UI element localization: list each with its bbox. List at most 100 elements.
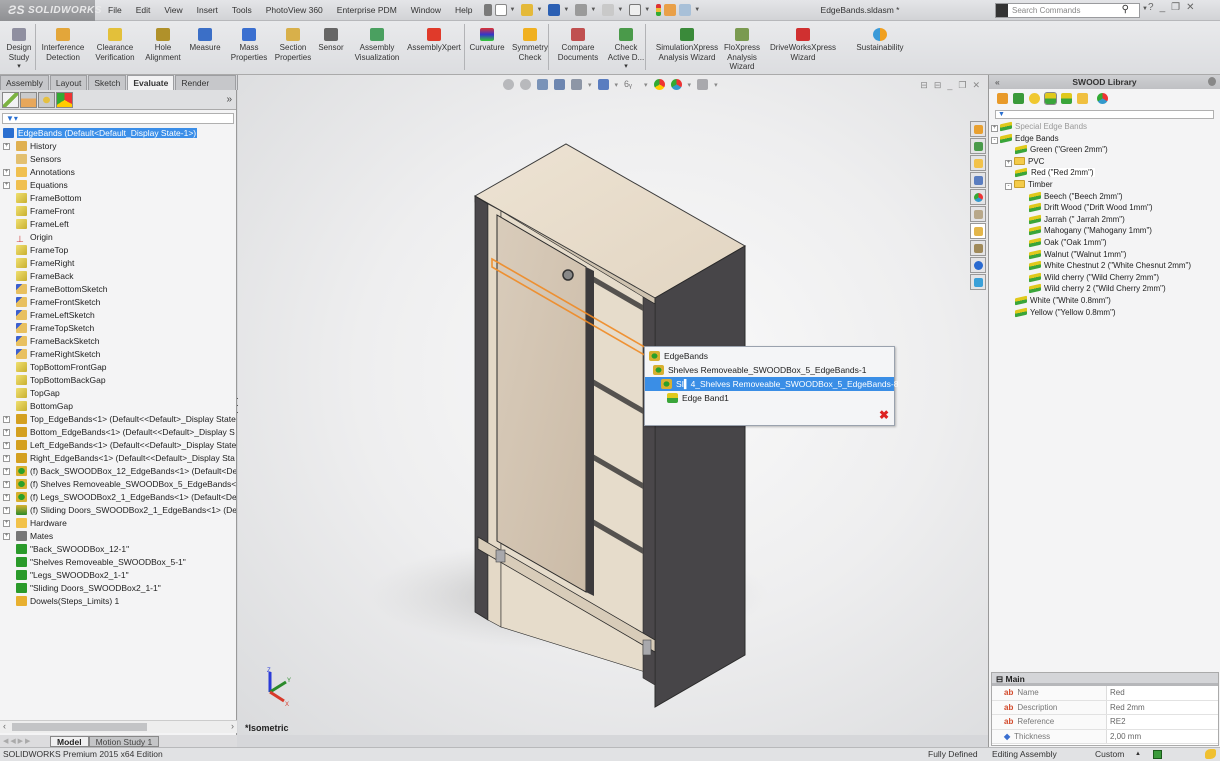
cmd-clearance-button[interactable]: Clearance Verification	[90, 24, 140, 62]
menu-window[interactable]: Window	[404, 0, 448, 21]
task-pane-view-palette[interactable]	[970, 172, 986, 188]
tree-item[interactable]: TopGap	[0, 387, 236, 400]
expand-icon[interactable]: +	[3, 143, 10, 150]
tree-item[interactable]: + Annotations	[0, 166, 236, 179]
tree-item[interactable]: "Legs_SWOODBox2_1-1"	[0, 569, 236, 582]
tab-motion-study[interactable]: Motion Study 1	[88, 735, 160, 747]
task-pane-resources[interactable]	[970, 138, 986, 154]
property-value[interactable]: RE2	[1107, 715, 1126, 729]
library-item[interactable]: Yellow ("Yellow 0.8mm")	[989, 307, 1220, 319]
library-filter[interactable]: ▼	[995, 110, 1214, 119]
box-library-icon[interactable]	[1013, 93, 1024, 104]
displaymanager-tab-icon[interactable]	[56, 91, 73, 108]
library-item[interactable]: Wild cherry 2 ("Wild Cherry 2mm")	[989, 283, 1220, 295]
undo-icon[interactable]	[602, 4, 615, 16]
edge-band-alt-icon[interactable]	[1061, 93, 1072, 104]
collapse-icon[interactable]: -	[991, 136, 998, 144]
tree-item[interactable]: FrameRight	[0, 257, 236, 270]
library-item[interactable]: Beech ("Beech 2mm")	[989, 191, 1220, 203]
cmd-symmetry-check-button[interactable]: Symmetry Check	[510, 24, 550, 62]
tree-item[interactable]: + Bottom_EdgeBands<1> (Default<<Default>_…	[0, 426, 236, 439]
cmd-sustainability-button[interactable]: Sustainability	[850, 24, 910, 53]
dropdown-arrow-icon[interactable]: ▼	[590, 7, 596, 13]
cmd-measure-button[interactable]: Measure	[186, 24, 224, 53]
dropdown-arrow-icon[interactable]: ▼	[644, 7, 650, 13]
dropdown-arrow-icon[interactable]: ▾	[4, 62, 34, 72]
cmd-curvature-button[interactable]: Curvature	[467, 24, 507, 53]
tree-item[interactable]: + (f) Legs_SWOODBox2_1_EdgeBands<1> (Defa…	[0, 491, 236, 504]
library-item[interactable]: Jarrah (" Jarrah 2mm")	[989, 214, 1220, 226]
menu-enterprise-pdm[interactable]: Enterprise PDM	[330, 0, 404, 21]
edge-band-library-icon[interactable]	[1044, 92, 1057, 105]
tree-item[interactable]: TopBottomFrontGap	[0, 361, 236, 374]
popup-item[interactable]: EdgeBands	[645, 349, 894, 363]
tree-item[interactable]: FrameFrontSketch	[0, 296, 236, 309]
tree-item[interactable]: Sensors	[0, 153, 236, 166]
tree-item[interactable]: ⊥ Origin	[0, 231, 236, 244]
task-pane-home[interactable]	[970, 121, 986, 137]
cmd-compare-documents-button[interactable]: Compare Documents	[556, 24, 600, 62]
dropdown-arrow-icon[interactable]: ▼	[510, 7, 516, 13]
popup-item[interactable]: Edge Band1	[645, 391, 894, 405]
graphics-area[interactable]: ▾ ▾ 6ᵧ ▾ ▾ ▾ ⊟ ⊟ _ ❐ ✕ Z Y X *Isometric …	[238, 75, 988, 735]
expand-icon[interactable]: +	[991, 125, 998, 132]
expand-icon[interactable]: +	[3, 442, 10, 449]
tree-item[interactable]: + Equations	[0, 179, 236, 192]
menu-photoview[interactable]: PhotoView 360	[259, 0, 330, 21]
expand-icon[interactable]: +	[3, 481, 10, 488]
search-commands-field[interactable]: Search Commands ⚲ ▼	[995, 3, 1148, 18]
tab-model[interactable]: Model	[50, 735, 89, 747]
library-item[interactable]: Green ("Green 2mm")	[989, 144, 1220, 156]
tree-filter[interactable]: ▼▾	[2, 113, 234, 124]
scroll-left-icon[interactable]: ‹	[3, 721, 6, 731]
library-item[interactable]: - Edge Bands	[989, 133, 1220, 145]
tree-item[interactable]: FrameLeftSketch	[0, 309, 236, 322]
select-icon[interactable]	[629, 4, 642, 16]
cmd-section-properties-button[interactable]: Section Properties	[274, 24, 312, 62]
tree-item[interactable]: FrameBack	[0, 270, 236, 283]
open-icon[interactable]	[521, 4, 534, 16]
tree-root[interactable]: EdgeBands (Default<Default_Display State…	[0, 127, 236, 140]
dropdown-arrow-icon[interactable]: ▾	[604, 62, 648, 72]
library-item[interactable]: - Timber	[989, 179, 1220, 191]
cmd-design-study-button[interactable]: Design Study ▾	[4, 24, 34, 72]
cmd-simulationxpress-button[interactable]: SimulationXpress Analysis Wizard	[652, 24, 722, 62]
tab-navigation-arrows[interactable]: ◀ ◀ ▶ ▶	[0, 737, 50, 745]
units-selector[interactable]: Custom	[1095, 748, 1124, 761]
tree-item[interactable]: + Top_EdgeBands<1> (Default<<Default>_Dis…	[0, 413, 236, 426]
cmd-driveworksxpress-button[interactable]: DriveWorksXpress Wizard	[768, 24, 838, 62]
tree-item[interactable]: FrameBackSketch	[0, 335, 236, 348]
cmd-floxpress-button[interactable]: FloXpress Analysis Wizard	[720, 24, 764, 72]
rebuild-status-icon[interactable]	[1153, 750, 1162, 759]
tree-item[interactable]: FrameLeft	[0, 218, 236, 231]
cmd-mass-properties-button[interactable]: Mass Properties	[230, 24, 268, 62]
solidworks-logo[interactable]: ƧS SOLIDWORKS	[0, 0, 101, 21]
popup-close-icon[interactable]: ✖	[879, 408, 889, 422]
units-dropdown-icon[interactable]: ▲	[1135, 748, 1141, 761]
horizontal-scrollbar[interactable]: ‹ ›	[0, 720, 237, 733]
popup-item[interactable]: Shelves Removeable_SWOODBox_5_EdgeBands-…	[645, 363, 894, 377]
expand-icon[interactable]: +	[3, 494, 10, 501]
hardware-library-icon[interactable]	[1077, 93, 1088, 104]
library-item[interactable]: Oak ("Oak 1mm")	[989, 237, 1220, 249]
expand-icon[interactable]: +	[3, 182, 10, 189]
tree-item[interactable]: + History	[0, 140, 236, 153]
task-pane-appearances[interactable]	[970, 189, 986, 205]
library-item[interactable]: White Chestnut 2 ("White Chesnut 2mm")	[989, 260, 1220, 272]
cmd-sensor-button[interactable]: Sensor	[314, 24, 348, 53]
dropdown-arrow-icon[interactable]: ▼	[536, 7, 542, 13]
configurationmanager-tab-icon[interactable]	[38, 91, 55, 108]
minimize-icon[interactable]: _	[1160, 2, 1166, 13]
expand-icon[interactable]: +	[3, 416, 10, 423]
popup-item[interactable]: SI▍4_Shelves Removeable_SWOODBox_5_EdgeB…	[645, 377, 898, 391]
cmd-assemblyxpert-button[interactable]: AssemblyXpert	[404, 24, 464, 53]
expand-icon[interactable]: +	[3, 520, 10, 527]
scrollbar-thumb[interactable]	[12, 723, 147, 731]
print-icon[interactable]	[575, 4, 588, 16]
restore-icon[interactable]: ❐	[1171, 2, 1180, 13]
tree-item[interactable]: "Sliding Doors_SWOODBox2_1-1"	[0, 582, 236, 595]
expand-icon[interactable]: +	[3, 507, 10, 514]
tree-item[interactable]: FrameTop	[0, 244, 236, 257]
tree-item[interactable]: + Left_EdgeBands<1> (Default<<Default>_Di…	[0, 439, 236, 452]
expand-icon[interactable]: +	[3, 468, 10, 475]
